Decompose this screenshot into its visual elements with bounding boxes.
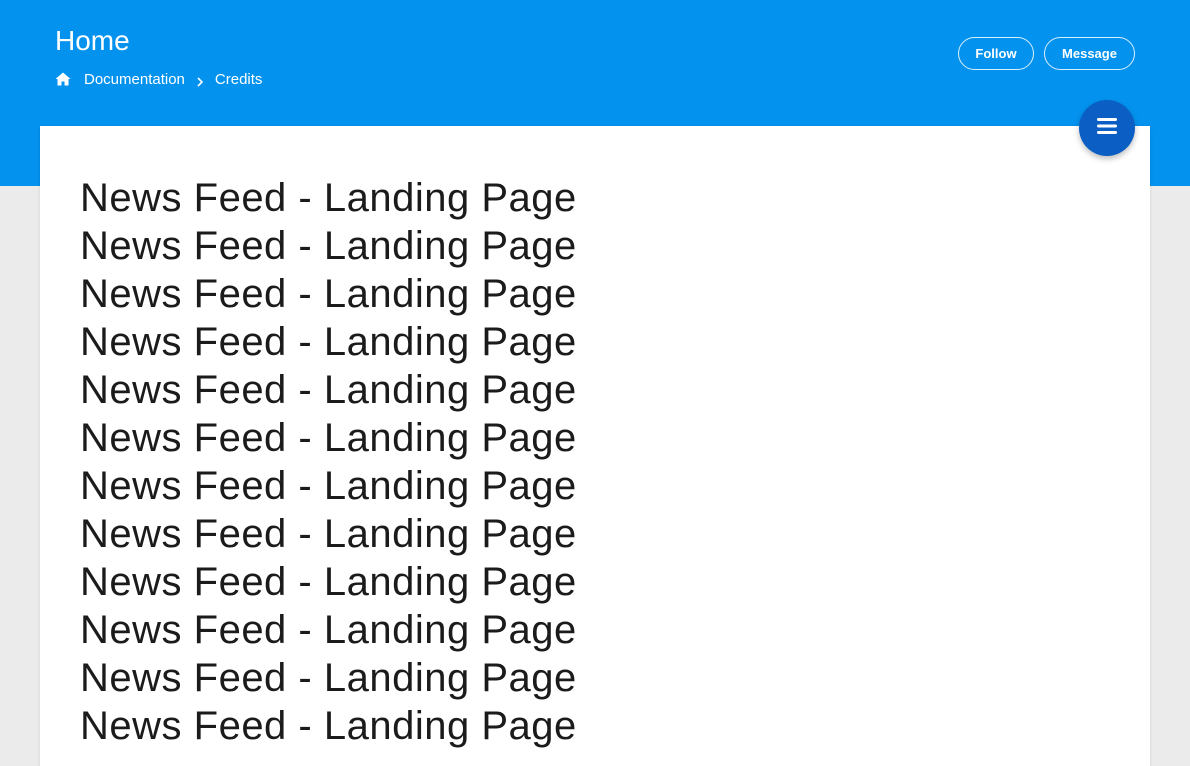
feed-heading: News Feed - Landing Page: [80, 656, 577, 700]
feed-heading: News Feed - Landing Page: [80, 416, 577, 460]
home-icon[interactable]: [55, 72, 71, 86]
breadcrumb: Documentation Credits: [55, 68, 262, 90]
message-button[interactable]: Message: [1044, 37, 1135, 70]
chevron-right-icon: [197, 74, 204, 87]
page-title: Home: [55, 25, 130, 56]
feed-heading: News Feed - Landing Page: [80, 704, 577, 748]
feed-heading: News Feed - Landing Page: [80, 176, 577, 220]
feed-heading: News Feed - Landing Page: [80, 272, 577, 316]
feed-heading: News Feed - Landing Page: [80, 560, 577, 604]
feed-heading: News Feed - Landing Page: [80, 320, 577, 364]
follow-button[interactable]: Follow: [958, 37, 1034, 70]
menu-fab-button[interactable]: [1079, 100, 1135, 156]
breadcrumb-item-credits[interactable]: Credits: [215, 71, 263, 88]
breadcrumb-item-documentation[interactable]: Documentation: [84, 71, 185, 88]
news-feed-list: News Feed - Landing Page News Feed - Lan…: [80, 174, 577, 750]
hamburger-menu-icon: [1096, 117, 1118, 140]
feed-heading: News Feed - Landing Page: [80, 224, 577, 268]
feed-heading: News Feed - Landing Page: [80, 608, 577, 652]
feed-heading: News Feed - Landing Page: [80, 368, 577, 412]
feed-heading: News Feed - Landing Page: [80, 512, 577, 556]
feed-heading: News Feed - Landing Page: [80, 464, 577, 508]
